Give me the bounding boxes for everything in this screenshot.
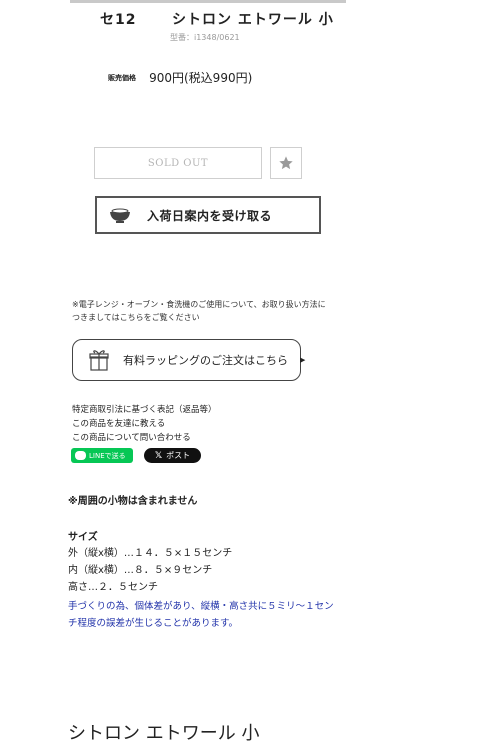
care-note[interactable]: ※電子レンジ・オーブン・食洗機のご使用について、お取り扱い方法に つきましてはこ… — [72, 298, 372, 324]
arrow-right-icon: ▶ — [300, 356, 306, 364]
gift-icon — [89, 349, 109, 371]
restock-notify-button[interactable]: 入荷日案内を受け取る — [95, 196, 321, 234]
product-name: シトロン エトワール 小 — [172, 12, 334, 28]
product-links: 特定商取引法に基づく表記（返品等） この商品を友達に教える この商品について問い… — [72, 403, 217, 445]
price-label: 販売価格 — [108, 73, 136, 82]
care-note-line: ※電子レンジ・オーブン・食洗機のご使用について、お取り扱い方法に — [72, 300, 326, 309]
line-share-label: LINEで送る — [89, 451, 126, 460]
x-post-label: ポスト — [166, 451, 191, 460]
care-note-line: つきましてはこちらをご覧ください — [72, 313, 200, 322]
size-list: 外（縦x横）…１４．５×１５センチ 内（縦x横）…８．５×９センチ 高さ…２．５… — [68, 545, 232, 596]
link-legal-notice[interactable]: 特定商取引法に基づく表記（返品等） — [72, 403, 217, 417]
size-variance-note: 手づくりの為、個体差があり、縦横・高さ共に５ミリ～１セン チ程度の誤差が生じるこ… — [68, 598, 368, 632]
price-value: 900円(税込990円) — [149, 71, 253, 85]
x-logo-icon: 𝕏 — [154, 450, 163, 461]
item-number: 型番：i1348/0621 — [170, 33, 240, 42]
size-note-line: チ程度の誤差が生じることがあります。 — [68, 618, 239, 629]
gift-wrapping-button[interactable]: 有料ラッピングのご注文はこちら ▶ — [72, 339, 305, 381]
size-outer: 外（縦x横）…１４．５×１５センチ — [68, 548, 233, 559]
favorite-button[interactable] — [270, 147, 302, 179]
size-height: 高さ…２．５センチ — [68, 582, 158, 593]
product-image-strip — [70, 0, 346, 3]
props-not-included-notice: ※周囲の小物は含まれません — [68, 496, 198, 507]
product-code: セ12 — [100, 12, 137, 28]
size-heading: サイズ — [68, 532, 98, 543]
price-row: 販売価格 900円(税込990円) — [108, 67, 252, 86]
line-share-button[interactable]: LINEで送る — [71, 448, 133, 463]
line-icon — [75, 451, 86, 460]
sold-out-button[interactable]: SOLD OUT — [94, 147, 262, 179]
link-tell-friend[interactable]: この商品を友達に教える — [72, 417, 217, 431]
section-title: シトロン エトワール 小 — [68, 723, 260, 744]
gift-wrapping-label: 有料ラッピングのご注文はこちら — [123, 354, 288, 367]
product-title: セ12 シトロン エトワール 小 — [100, 9, 334, 29]
size-inner: 内（縦x横）…８．５×９センチ — [68, 565, 213, 576]
link-inquiry[interactable]: この商品について問い合わせる — [72, 431, 217, 445]
bowl-icon — [109, 207, 131, 223]
x-post-button[interactable]: 𝕏 ポスト — [144, 448, 201, 463]
star-icon — [279, 156, 293, 170]
size-note-line: 手づくりの為、個体差があり、縦横・高さ共に５ミリ～１セン — [68, 601, 334, 612]
restock-label: 入荷日案内を受け取る — [147, 208, 273, 223]
